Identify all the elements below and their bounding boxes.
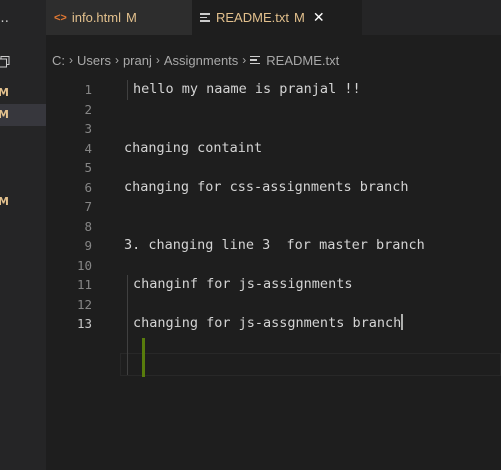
modified-badge: M <box>0 195 9 208</box>
line-number: 2 <box>84 101 92 117</box>
modified-badge: M <box>0 86 9 99</box>
line-number: 5 <box>84 160 92 175</box>
copy-icon[interactable] <box>0 56 10 68</box>
tab-label: README.txt <box>216 10 289 25</box>
line-number: 3 <box>84 121 92 136</box>
text-cursor <box>401 314 404 330</box>
explorer-strip: … M M M <box>0 0 46 470</box>
code-line[interactable]: changinf for js-assignments <box>133 275 352 295</box>
code-line[interactable]: changing for css-assignments branch <box>124 178 408 198</box>
code-line[interactable]: hello my naame is pranjal !! <box>133 80 361 100</box>
line-number: 4 <box>84 140 92 156</box>
chevron-right-icon: › <box>114 53 119 67</box>
more-actions-icon[interactable]: … <box>0 11 10 26</box>
breadcrumb-item[interactable]: Users <box>77 53 111 68</box>
code-line[interactable]: changing containt <box>124 139 262 159</box>
line-number: 12 <box>76 296 92 312</box>
line-number: 13 <box>76 316 92 331</box>
tab-info-html[interactable]: <> info.html M <box>46 0 192 35</box>
tab-modified-badge: M <box>126 10 137 25</box>
breadcrumb-item[interactable]: Assignments <box>164 53 238 68</box>
modified-lines-marker <box>142 338 145 377</box>
text-file-icon <box>250 54 261 67</box>
tab-readme-txt[interactable]: README.txt M ✕ <box>192 0 362 35</box>
modified-badge: M <box>0 108 9 121</box>
code-line[interactable]: 3. changing line 3 for master branch <box>124 236 425 256</box>
text-file-icon <box>200 11 210 24</box>
breadcrumb-item[interactable]: C: <box>52 53 65 68</box>
html-file-icon: <> <box>54 11 67 24</box>
line-number: 1 <box>84 82 92 97</box>
tab-label: info.html <box>71 10 121 25</box>
line-number: 10 <box>76 257 92 273</box>
close-icon[interactable]: ✕ <box>313 9 325 26</box>
breadcrumb-item[interactable]: pranj <box>123 53 152 68</box>
indent-guide <box>127 80 128 100</box>
breadcrumb: C: › Users › pranj › Assignments › READM… <box>52 51 339 69</box>
line-number: 11 <box>76 277 92 292</box>
indent-guide <box>127 275 128 375</box>
current-line-highlight <box>120 353 501 376</box>
line-number: 6 <box>84 179 92 195</box>
chevron-right-icon: › <box>69 53 73 67</box>
tab-bar: <> info.html M README.txt M ✕ <box>46 0 501 35</box>
line-number: 9 <box>84 238 92 253</box>
line-number: 8 <box>84 218 92 234</box>
code-line[interactable]: changing for js-assgnments branch <box>133 314 404 334</box>
chevron-right-icon: › <box>242 53 247 67</box>
line-number: 7 <box>84 199 92 214</box>
tab-modified-badge: M <box>293 10 305 25</box>
breadcrumb-item[interactable]: README.txt <box>266 53 339 68</box>
chevron-right-icon: › <box>155 53 160 67</box>
